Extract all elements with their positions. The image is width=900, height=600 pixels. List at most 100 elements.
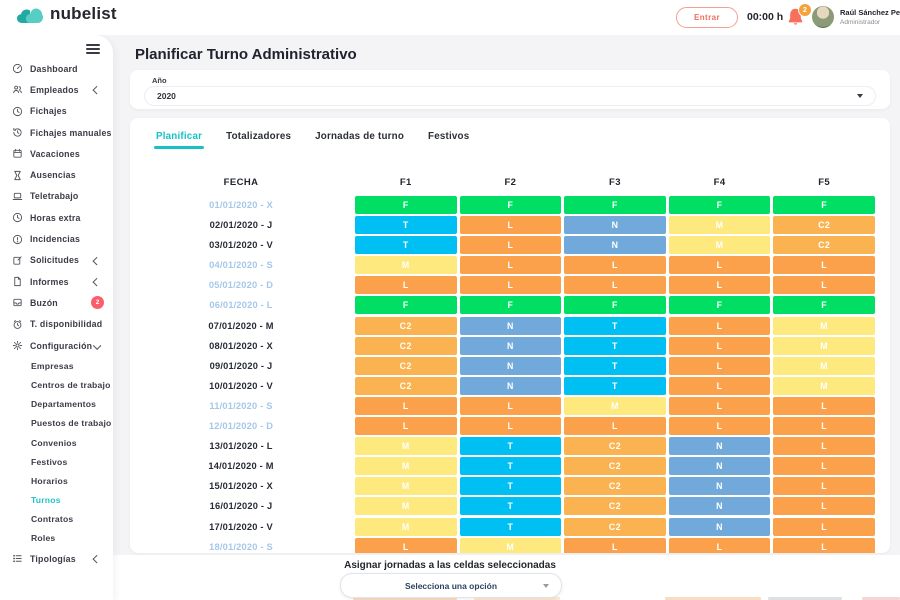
sidebar-item-configuracion[interactable]: Configuración	[0, 335, 113, 356]
shift-cell[interactable]: L	[460, 417, 562, 435]
shift-cell[interactable]: N	[460, 377, 562, 395]
date-cell[interactable]: 12/01/2020 - D	[130, 417, 352, 435]
shift-cell[interactable]: N	[669, 518, 771, 536]
shift-cell[interactable]: C2	[564, 518, 666, 536]
sidebar-subitem-turnos[interactable]: Turnos	[0, 490, 113, 509]
shift-cell[interactable]: T	[564, 337, 666, 355]
shift-cell[interactable]: L	[773, 397, 875, 415]
shift-cell[interactable]: L	[355, 276, 457, 294]
shift-cell[interactable]: L	[669, 377, 771, 395]
sidebar-item-fichajes[interactable]: Fichajes	[0, 101, 113, 122]
shift-cell[interactable]: L	[669, 538, 771, 553]
shift-cell[interactable]: M	[355, 497, 457, 515]
sidebar-item-dashboard[interactable]: Dashboard	[0, 58, 113, 79]
shift-cell[interactable]: L	[773, 518, 875, 536]
sidebar-item-solicitudes[interactable]: Solicitudes	[0, 250, 113, 271]
shift-cell[interactable]: C2	[564, 477, 666, 495]
shift-cell[interactable]: F	[460, 296, 562, 314]
sidebar-item-ausencias[interactable]: Ausencias	[0, 164, 113, 185]
shift-cell[interactable]: F	[564, 296, 666, 314]
date-cell[interactable]: 16/01/2020 - J	[130, 497, 352, 515]
shift-cell[interactable]: L	[669, 357, 771, 375]
shift-cell[interactable]: N	[669, 477, 771, 495]
date-cell[interactable]: 09/01/2020 - J	[130, 357, 352, 375]
shift-cell[interactable]: N	[669, 437, 771, 455]
shift-cell[interactable]: L	[773, 276, 875, 294]
shift-cell[interactable]: M	[460, 538, 562, 553]
user-avatar[interactable]	[812, 6, 834, 28]
shift-cell[interactable]: T	[564, 377, 666, 395]
shift-cell[interactable]: T	[460, 477, 562, 495]
shift-cell[interactable]: C2	[355, 357, 457, 375]
date-cell[interactable]: 01/01/2020 - X	[130, 196, 352, 214]
shift-cell[interactable]: C2	[355, 377, 457, 395]
shift-cell[interactable]: N	[669, 497, 771, 515]
shift-cell[interactable]: M	[355, 477, 457, 495]
shift-cell[interactable]: L	[669, 276, 771, 294]
shift-cell[interactable]: F	[564, 196, 666, 214]
shift-cell[interactable]: C2	[773, 236, 875, 254]
shift-cell[interactable]: L	[669, 397, 771, 415]
shift-cell[interactable]: N	[564, 216, 666, 234]
shift-cell[interactable]: N	[669, 457, 771, 475]
sidebar-subitem-empresas[interactable]: Empresas	[0, 356, 113, 375]
shift-cell[interactable]: T	[460, 497, 562, 515]
shift-cell[interactable]: L	[460, 397, 562, 415]
sidebar-subitem-departamentos[interactable]: Departamentos	[0, 395, 113, 414]
shift-cell[interactable]: L	[355, 538, 457, 553]
shift-cell[interactable]: F	[355, 196, 457, 214]
sidebar-item-informes[interactable]: Informes	[0, 271, 113, 292]
assign-shift-select[interactable]: Selecciona una opción	[340, 573, 562, 598]
shift-cell[interactable]: M	[669, 236, 771, 254]
date-cell[interactable]: 17/01/2020 - V	[130, 518, 352, 536]
sidebar-item-incidencias[interactable]: Incidencias	[0, 228, 113, 249]
shift-cell[interactable]: T	[460, 457, 562, 475]
shift-cell[interactable]: L	[773, 497, 875, 515]
date-cell[interactable]: 06/01/2020 - L	[130, 296, 352, 314]
sidebar-subitem-horarios[interactable]: Horarios	[0, 471, 113, 490]
shift-cell[interactable]: M	[355, 457, 457, 475]
shift-cell[interactable]: L	[564, 538, 666, 553]
shift-cell[interactable]: M	[355, 437, 457, 455]
shift-cell[interactable]: L	[460, 236, 562, 254]
shift-cell[interactable]: L	[460, 216, 562, 234]
shift-cell[interactable]: T	[355, 216, 457, 234]
shift-cell[interactable]: F	[669, 196, 771, 214]
shift-cell[interactable]: T	[460, 437, 562, 455]
date-cell[interactable]: 04/01/2020 - S	[130, 256, 352, 274]
shift-cell[interactable]: T	[564, 357, 666, 375]
shift-cell[interactable]: C2	[564, 437, 666, 455]
shift-cell[interactable]: L	[773, 538, 875, 553]
shift-cell[interactable]: L	[669, 337, 771, 355]
sidebar-subitem-convenios[interactable]: Convenios	[0, 433, 113, 452]
shift-cell[interactable]: N	[460, 337, 562, 355]
shift-cell[interactable]: L	[460, 276, 562, 294]
date-cell[interactable]: 10/01/2020 - V	[130, 377, 352, 395]
sidebar-subitem-festivos[interactable]: Festivos	[0, 452, 113, 471]
tab-jornadas-de-turno[interactable]: Jornadas de turno	[315, 131, 404, 149]
sidebar-subitem-puestos-de-trabajo[interactable]: Puestos de trabajo	[0, 414, 113, 433]
hamburger-menu-icon[interactable]	[86, 44, 100, 54]
sidebar-subitem-roles[interactable]: Roles	[0, 529, 113, 548]
shift-cell[interactable]: L	[773, 477, 875, 495]
shift-cell[interactable]: M	[355, 256, 457, 274]
shift-cell[interactable]: L	[669, 417, 771, 435]
date-cell[interactable]: 13/01/2020 - L	[130, 437, 352, 455]
date-cell[interactable]: 18/01/2020 - S	[130, 538, 352, 553]
shift-cell[interactable]: N	[564, 236, 666, 254]
tab-totalizadores[interactable]: Totalizadores	[226, 131, 291, 149]
shift-cell[interactable]: L	[773, 457, 875, 475]
sidebar-item-buzon[interactable]: Buzón2	[0, 292, 113, 313]
date-cell[interactable]: 08/01/2020 - X	[130, 337, 352, 355]
date-cell[interactable]: 03/01/2020 - V	[130, 236, 352, 254]
tab-planificar[interactable]: Planificar	[156, 131, 202, 149]
shift-cell[interactable]: N	[460, 317, 562, 335]
sidebar-item-fichajes-manuales[interactable]: Fichajes manuales	[0, 122, 113, 143]
shift-cell[interactable]: C2	[355, 317, 457, 335]
shift-cell[interactable]: T	[355, 236, 457, 254]
shift-cell[interactable]: F	[460, 196, 562, 214]
shift-cell[interactable]: L	[564, 256, 666, 274]
shift-cell[interactable]: L	[355, 417, 457, 435]
shift-cell[interactable]: M	[773, 377, 875, 395]
sidebar-subitem-centros-de-trabajo[interactable]: Centros de trabajo	[0, 375, 113, 394]
